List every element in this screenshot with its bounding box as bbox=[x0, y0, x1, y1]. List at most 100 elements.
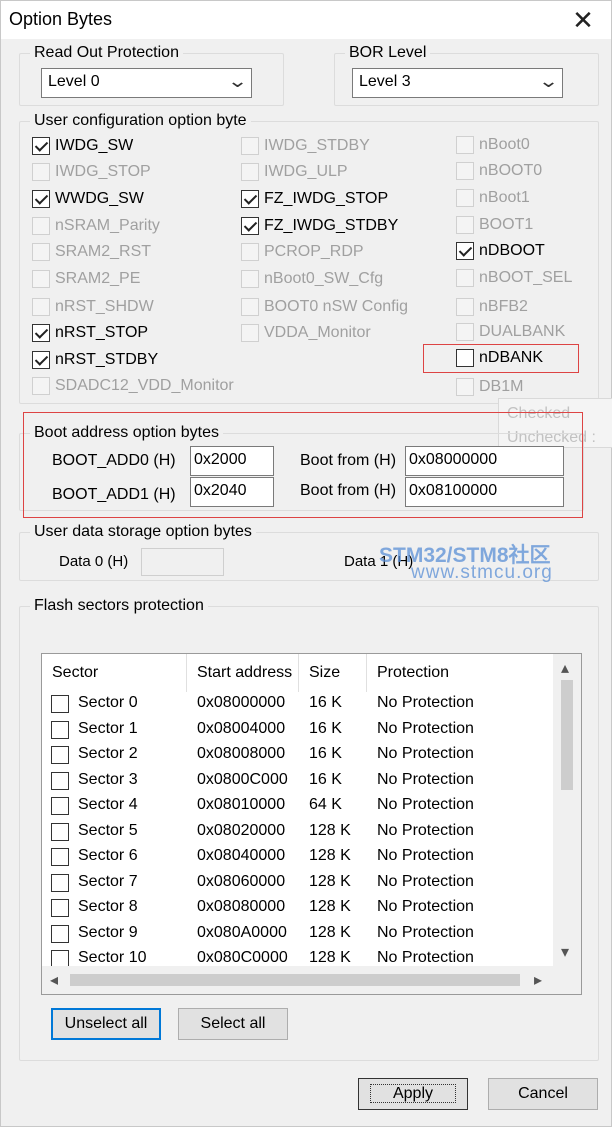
checkbox-nrst-stop[interactable]: nRST_STOP bbox=[32, 322, 148, 344]
table-row[interactable]: Sector 7 0x08060000 128 K No Protection bbox=[42, 871, 552, 897]
checkbox-boot0-nsw-config[interactable]: BOOT0 nSW Config bbox=[241, 296, 408, 318]
row-checkbox[interactable] bbox=[51, 720, 69, 739]
data0-input[interactable] bbox=[141, 548, 224, 576]
checkbox-fz-iwdg-stdby[interactable]: FZ_IWDG_STDBY bbox=[241, 215, 398, 237]
row-checkbox[interactable] bbox=[51, 746, 69, 764]
horizontal-scroll-thumb[interactable] bbox=[70, 974, 520, 986]
table-row[interactable]: Sector 2 0x08008000 16 K No Protection bbox=[42, 743, 552, 769]
row-checkbox[interactable] bbox=[51, 924, 69, 943]
checkbox-pcrop-rdp[interactable]: PCROP_RDP bbox=[241, 241, 364, 263]
checkbox-nrst-stdby[interactable]: nRST_STDBY bbox=[32, 349, 158, 371]
checkbox-box[interactable] bbox=[32, 217, 50, 235]
checkbox-sram2-pe[interactable]: SRAM2_PE bbox=[32, 268, 140, 290]
table-row[interactable]: Sector 4 0x08010000 64 K No Protection bbox=[42, 794, 552, 820]
checkbox-nbfb2[interactable]: nBFB2 bbox=[456, 296, 528, 318]
checkbox-box[interactable] bbox=[456, 269, 474, 287]
checkbox-boot1[interactable]: BOOT1 bbox=[456, 214, 533, 236]
checkbox-db1m[interactable]: DB1M bbox=[456, 376, 523, 398]
vertical-scrollbar[interactable]: ▴ ▾ bbox=[553, 654, 581, 966]
checkmark-icon[interactable] bbox=[456, 242, 474, 260]
row-checkbox[interactable] bbox=[51, 695, 69, 713]
table-row[interactable]: Sector 3 0x0800C000 16 K No Protection bbox=[42, 769, 552, 795]
scroll-down-icon[interactable]: ▾ bbox=[561, 942, 569, 962]
checkbox-ndboot[interactable]: nDBOOT bbox=[456, 240, 545, 262]
checkbox-nboot0[interactable]: nBoot0 bbox=[456, 134, 530, 156]
checkmark-icon[interactable] bbox=[32, 137, 50, 155]
row-checkbox[interactable] bbox=[51, 797, 69, 815]
boot-from-1-input[interactable]: 0x08100000 bbox=[405, 477, 564, 507]
column-header-start-address[interactable]: Start address bbox=[187, 654, 299, 692]
bor-level-select[interactable]: Level 3 ⌄ bbox=[352, 68, 563, 98]
boot-from-0-input[interactable]: 0x08000000 bbox=[405, 446, 564, 476]
checkbox-nboot0-sw-cfg[interactable]: nBoot0_SW_Cfg bbox=[241, 268, 383, 290]
row-checkbox[interactable] bbox=[51, 899, 69, 917]
column-header-size[interactable]: Size bbox=[299, 654, 367, 692]
checkbox-box[interactable] bbox=[241, 298, 259, 316]
checkbox-box[interactable] bbox=[32, 163, 50, 181]
checkbox-sram2-rst[interactable]: SRAM2_RST bbox=[32, 241, 151, 263]
checkbox-dualbank[interactable]: DUALBANK bbox=[456, 321, 565, 343]
boot-add0-input[interactable]: 0x2000 bbox=[190, 446, 274, 476]
checkmark-icon[interactable] bbox=[241, 217, 259, 235]
row-checkbox[interactable] bbox=[51, 822, 69, 841]
horizontal-scrollbar[interactable]: ◂ ▸ bbox=[42, 966, 581, 994]
table-row[interactable]: Sector 9 0x080A0000 128 K No Protection bbox=[42, 922, 552, 948]
checkmark-icon[interactable] bbox=[32, 351, 50, 369]
checkbox-fz-iwdg-stop[interactable]: FZ_IWDG_STOP bbox=[241, 188, 388, 210]
checkbox-box[interactable] bbox=[456, 323, 474, 341]
cancel-button[interactable]: Cancel bbox=[488, 1078, 598, 1110]
checkbox-box[interactable] bbox=[241, 243, 259, 261]
scroll-left-icon[interactable]: ◂ bbox=[50, 970, 58, 990]
checkbox-wwdg-sw[interactable]: WWDG_SW bbox=[32, 188, 144, 210]
checkbox-box[interactable] bbox=[32, 270, 50, 288]
checkbox-nsram-parity[interactable]: nSRAM_Parity bbox=[32, 215, 160, 237]
checkbox-box[interactable] bbox=[241, 270, 259, 288]
checkbox-box[interactable] bbox=[241, 324, 259, 342]
checkbox-nboot1[interactable]: nBoot1 bbox=[456, 187, 530, 209]
checkbox-iwdg-sw[interactable]: IWDG_SW bbox=[32, 135, 133, 157]
table-row[interactable]: Sector 1 0x08004000 16 K No Protection bbox=[42, 718, 552, 744]
scroll-right-icon[interactable]: ▸ bbox=[534, 970, 542, 990]
table-row[interactable]: Sector 0 0x08000000 16 K No Protection bbox=[42, 692, 552, 718]
checkbox-iwdg-ulp[interactable]: IWDG_ULP bbox=[241, 161, 348, 183]
select-all-button[interactable]: Select all bbox=[178, 1008, 288, 1040]
checkbox-vdda-monitor[interactable]: VDDA_Monitor bbox=[241, 322, 371, 344]
rdp-level-select[interactable]: Level 0 ⌄ bbox=[41, 68, 252, 98]
row-checkbox[interactable] bbox=[51, 873, 69, 892]
checkbox-box[interactable] bbox=[241, 163, 259, 181]
checkbox-nboot-sel[interactable]: nBOOT_SEL bbox=[456, 267, 572, 289]
row-checkbox[interactable] bbox=[51, 771, 69, 790]
checkbox-sdadc12-vdd-monitor[interactable]: SDADC12_VDD_Monitor bbox=[32, 375, 234, 397]
table-row[interactable]: Sector 6 0x08040000 128 K No Protection bbox=[42, 845, 552, 871]
unselect-all-button[interactable]: Unselect all bbox=[51, 1008, 161, 1040]
table-row[interactable]: Sector 5 0x08020000 128 K No Protection bbox=[42, 820, 552, 846]
checkmark-icon[interactable] bbox=[32, 190, 50, 208]
checkbox-box[interactable] bbox=[456, 216, 474, 234]
checkbox-box[interactable] bbox=[456, 136, 474, 154]
vertical-scroll-thumb[interactable] bbox=[561, 680, 573, 790]
column-header-protection[interactable]: Protection bbox=[367, 654, 552, 692]
column-header-sector[interactable]: Sector bbox=[42, 654, 187, 692]
checkbox-box[interactable] bbox=[456, 162, 474, 180]
checkbox-iwdg-stdby[interactable]: IWDG_STDBY bbox=[241, 135, 370, 157]
boot-add1-input[interactable]: 0x2040 bbox=[190, 477, 274, 507]
option-bytes-dialog: Option Bytes ✕ Read Out Protection Level… bbox=[0, 0, 612, 1127]
sector-list[interactable]: Sector Start address Size Protection Sec… bbox=[41, 653, 582, 995]
checkbox-box[interactable] bbox=[32, 243, 50, 261]
checkbox-nboot0[interactable]: nBOOT0 bbox=[456, 160, 542, 182]
checkbox-nrst-shdw[interactable]: nRST_SHDW bbox=[32, 296, 154, 318]
checkmark-icon[interactable] bbox=[32, 324, 50, 342]
row-checkbox[interactable] bbox=[51, 848, 69, 866]
table-row[interactable]: Sector 8 0x08080000 128 K No Protection bbox=[42, 896, 552, 922]
checkbox-box[interactable] bbox=[241, 137, 259, 155]
checkbox-box[interactable] bbox=[32, 298, 50, 316]
checkmark-icon[interactable] bbox=[241, 190, 259, 208]
checkbox-box[interactable] bbox=[456, 189, 474, 207]
checkbox-box[interactable] bbox=[32, 377, 50, 395]
apply-button[interactable]: Apply bbox=[358, 1078, 468, 1110]
scroll-up-icon[interactable]: ▴ bbox=[561, 658, 569, 678]
checkbox-box[interactable] bbox=[456, 298, 474, 316]
checkbox-box[interactable] bbox=[456, 378, 474, 396]
close-icon[interactable]: ✕ bbox=[563, 3, 603, 37]
checkbox-iwdg-stop[interactable]: IWDG_STOP bbox=[32, 161, 151, 183]
